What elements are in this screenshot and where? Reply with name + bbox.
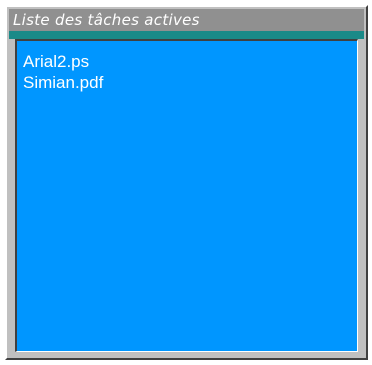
list-item-arial2[interactable]: Arial2.ps (23, 51, 357, 72)
panel-title: Liste des tâches actives (13, 11, 200, 29)
list-item-simian[interactable]: Simian.pdf (23, 72, 357, 93)
task-list[interactable]: Arial2.ps Simian.pdf (15, 39, 358, 352)
panel-title-bar: Liste des tâches actives (9, 9, 364, 31)
title-accent-strip (9, 31, 364, 39)
active-tasks-panel: Liste des tâches actives Arial2.ps Simia… (5, 5, 368, 360)
